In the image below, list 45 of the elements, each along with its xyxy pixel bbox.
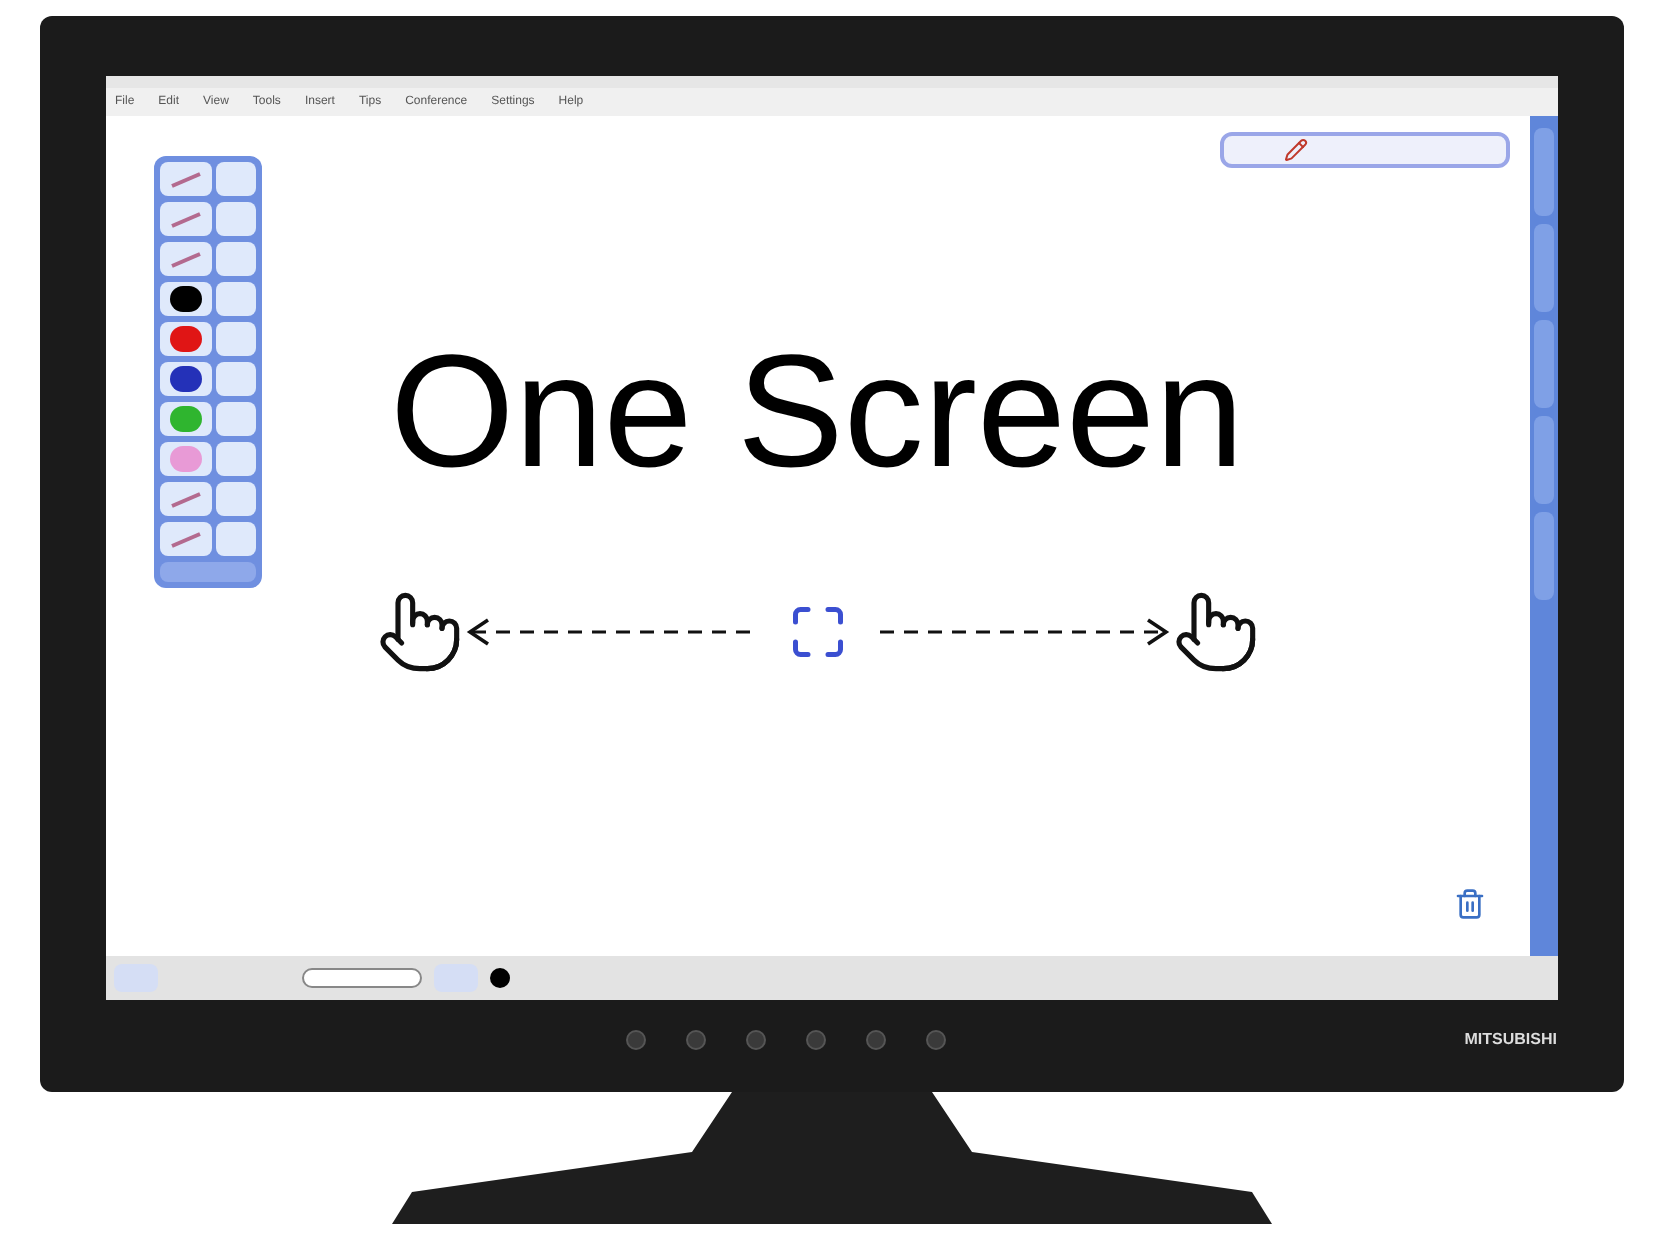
- side-tab[interactable]: [1533, 128, 1553, 216]
- toolbar-footer: [159, 562, 255, 582]
- tool-button[interactable]: [159, 202, 211, 236]
- bezel-button[interactable]: [685, 1030, 705, 1050]
- expand-icon: [787, 602, 847, 662]
- tool-button[interactable]: [215, 482, 255, 516]
- side-tab[interactable]: [1533, 224, 1553, 312]
- headline: One Screen: [390, 332, 1244, 492]
- bezel-button[interactable]: [625, 1030, 645, 1050]
- brand-logo: MITSUBISHI: [1464, 1028, 1557, 1052]
- tool-button[interactable]: [215, 522, 255, 556]
- color-swatch-button[interactable]: [159, 362, 211, 396]
- tool-button[interactable]: [215, 162, 255, 196]
- pen-icon: [1283, 138, 1307, 162]
- hand-pointer-icon: [375, 588, 463, 676]
- bezel-button[interactable]: [745, 1030, 765, 1050]
- pen-icon: [169, 251, 201, 267]
- tool-button[interactable]: [159, 522, 211, 556]
- tool-button[interactable]: [159, 482, 211, 516]
- tool-button[interactable]: [215, 242, 255, 276]
- page-controls[interactable]: [1219, 132, 1509, 168]
- side-tab[interactable]: [1533, 320, 1553, 408]
- bezel-button[interactable]: [925, 1030, 945, 1050]
- tool-button[interactable]: [215, 402, 255, 436]
- side-tab[interactable]: [1533, 512, 1553, 600]
- bezel-button[interactable]: [865, 1030, 885, 1050]
- pen-icon: [169, 491, 201, 507]
- tool-button[interactable]: [159, 162, 211, 196]
- color-swatch-button[interactable]: [159, 402, 211, 436]
- tool-button[interactable]: [215, 282, 255, 316]
- trash-icon[interactable]: [1453, 888, 1485, 920]
- color-swatch-button[interactable]: [159, 442, 211, 476]
- pen-icon: [169, 211, 201, 227]
- color-swatch-button[interactable]: [159, 322, 211, 356]
- pen-icon: [169, 171, 201, 187]
- tool-button[interactable]: [215, 322, 255, 356]
- side-tab[interactable]: [1533, 416, 1553, 504]
- tool-button[interactable]: [215, 442, 255, 476]
- hand-pointer-icon: [1171, 588, 1259, 676]
- tool-button[interactable]: [215, 362, 255, 396]
- tool-button[interactable]: [215, 202, 255, 236]
- line-width-button[interactable]: [301, 968, 421, 988]
- pen-icon: [169, 531, 201, 547]
- bezel-button[interactable]: [805, 1030, 825, 1050]
- color-swatch-button[interactable]: [159, 282, 211, 316]
